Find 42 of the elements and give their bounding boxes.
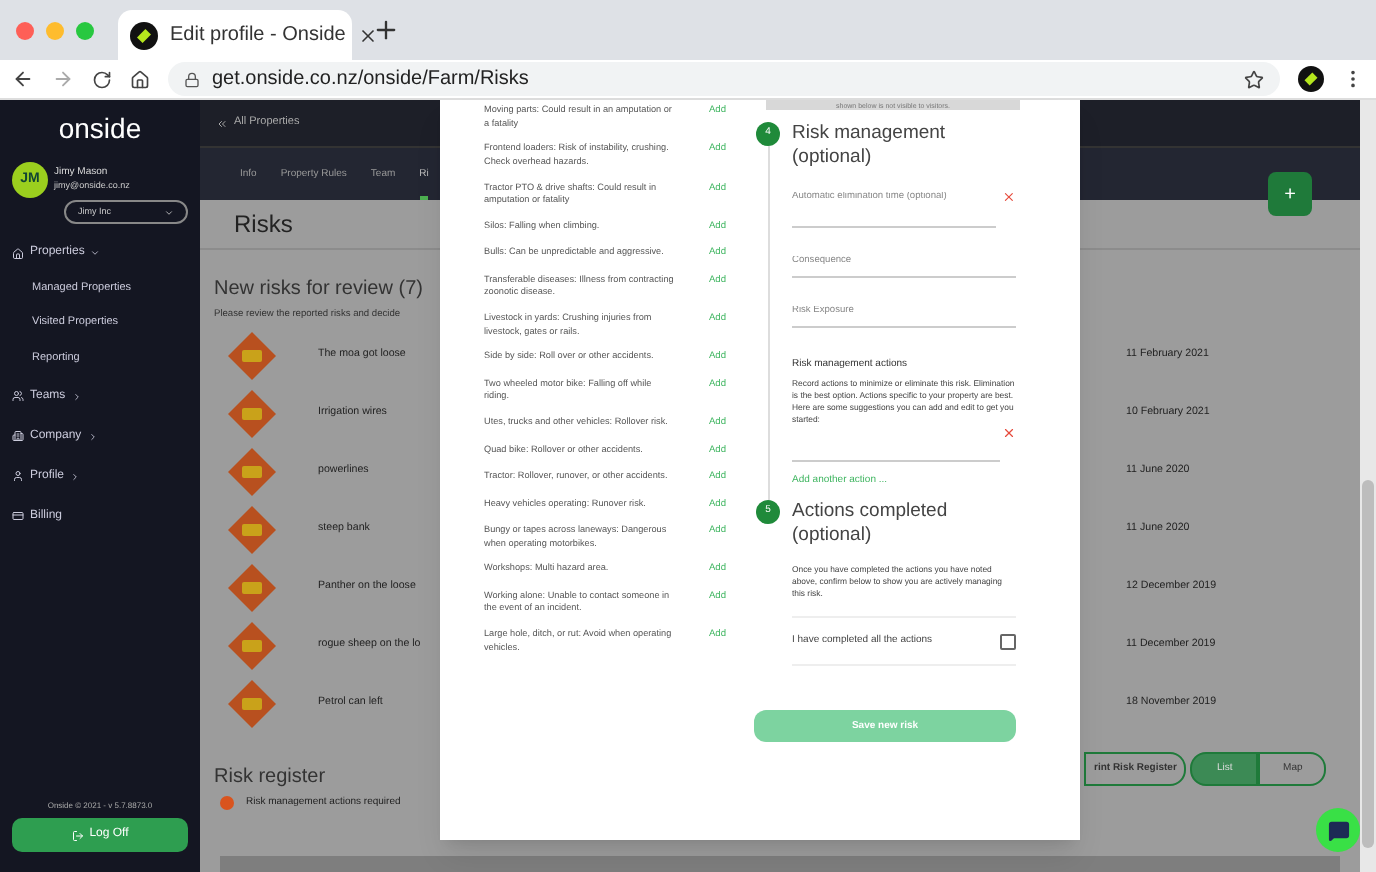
nav-icon: [12, 510, 24, 523]
caret-icon: [87, 431, 98, 442]
hazard-sign-icon: [228, 332, 276, 381]
lock-icon: [184, 71, 200, 87]
clear-icon[interactable]: [1002, 426, 1016, 441]
address-bar[interactable]: get.onside.co.nz/onside/Farm/Risks: [168, 62, 1280, 96]
hazard-sign-icon: [228, 680, 276, 729]
completed-checkbox[interactable]: [1000, 633, 1016, 650]
onside-logo-icon: [1298, 66, 1324, 92]
new-tab-icon[interactable]: [372, 16, 400, 44]
logout-icon: [71, 829, 84, 841]
add-button[interactable]: +: [1268, 172, 1312, 216]
double-chevron-icon: [216, 117, 228, 129]
onside-logo: onside: [58, 110, 142, 148]
url-text: get.onside.co.nz/onside/Farm/Risks: [212, 66, 531, 94]
step-title: Actions completed (optional): [792, 499, 950, 548]
step-title: Risk management (optional): [792, 122, 948, 170]
nav-icon: [12, 470, 24, 483]
nav-icon: [12, 430, 24, 443]
hazard-sign-icon: [228, 448, 276, 497]
page-title: Risks: [234, 208, 293, 242]
hazard-sign-icon: [228, 506, 276, 555]
back-arrow-icon[interactable]: [12, 68, 34, 90]
section-title: New risks for review (7): [214, 276, 423, 304]
tab-title: Edit profile - Onside: [170, 22, 346, 50]
hazard-sign-icon: [228, 564, 276, 613]
caret-icon: [70, 471, 81, 482]
caret-icon: [71, 391, 82, 402]
close-icon[interactable]: [357, 25, 378, 45]
clear-icon[interactable]: [1002, 190, 1016, 204]
hazard-sign-icon: [228, 390, 276, 439]
home-icon[interactable]: [130, 69, 150, 89]
nav-icon: [12, 247, 24, 259]
onside-logo-icon: [130, 21, 158, 49]
bookmark-star-icon[interactable]: [1244, 69, 1264, 89]
section-title: Risk register: [214, 764, 326, 793]
nav-icon: [12, 390, 24, 403]
caret-icon: [164, 207, 174, 217]
hazard-sign-icon: [228, 622, 276, 671]
caret-icon: [90, 248, 101, 258]
chat-icon: [1327, 819, 1349, 841]
reload-icon[interactable]: [92, 69, 112, 89]
